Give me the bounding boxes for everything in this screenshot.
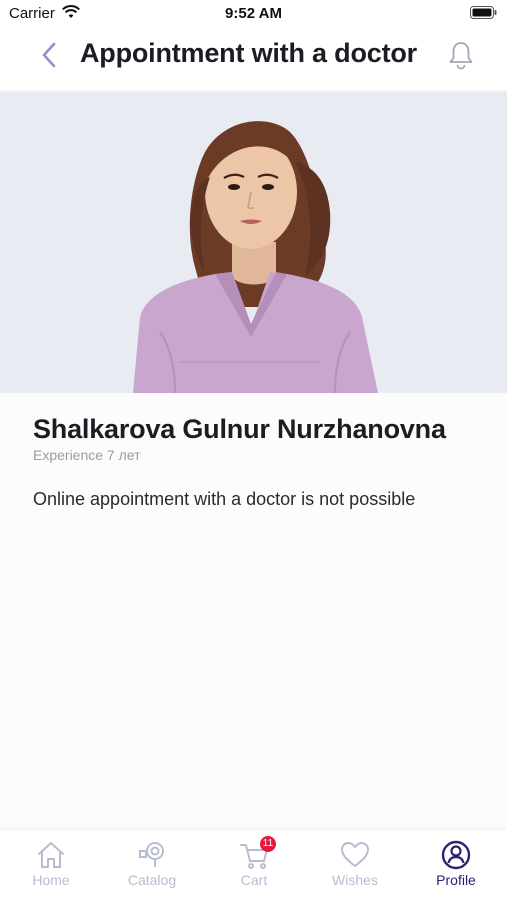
tab-home[interactable]: Home [11,840,91,896]
doctor-name: Shalkarova Gulnur Nurzhanovna [33,414,446,444]
cart-icon-wrapper: 11 [238,836,276,870]
tab-cart-label: Cart [240,872,268,888]
home-icon [38,842,64,868]
tab-wishes-label: Wishes [332,872,378,888]
appointment-status-text: Online appointment with a doctor is not … [33,489,416,509]
tab-catalog[interactable]: Catalog [112,840,192,896]
back-button[interactable] [34,40,64,70]
page-title: Appointment with a doctor [80,38,417,68]
tab-catalog-label: Catalog [127,872,177,888]
screen: Carrier 9:52 AM Appointment with a docto… [0,0,507,900]
tab-bar: Home Catalog 11 Cart Wishes Profile [0,829,507,900]
catalog-icon [139,842,164,867]
tab-home-label: Home [32,872,70,888]
heart-icon [341,842,369,867]
chevron-left-icon [42,42,56,68]
tab-profile[interactable]: Profile [416,840,496,896]
cart-count-badge: 11 [260,836,276,852]
tab-wishes[interactable]: Wishes [315,840,395,896]
doctor-experience: Experience 7 лет [33,447,141,463]
doctor-photo-illustration [0,92,507,393]
bell-icon [449,42,473,70]
header: Appointment with a doctor [0,28,507,90]
tab-profile-label: Profile [436,872,476,888]
notification-button[interactable] [447,40,475,70]
battery-icon [470,6,497,19]
status-time: 9:52 AM [225,5,282,22]
profile-icon [441,840,471,870]
doctor-photo [0,92,507,393]
status-bar: Carrier 9:52 AM [0,0,507,28]
tab-cart[interactable]: 11 Cart [214,836,294,896]
